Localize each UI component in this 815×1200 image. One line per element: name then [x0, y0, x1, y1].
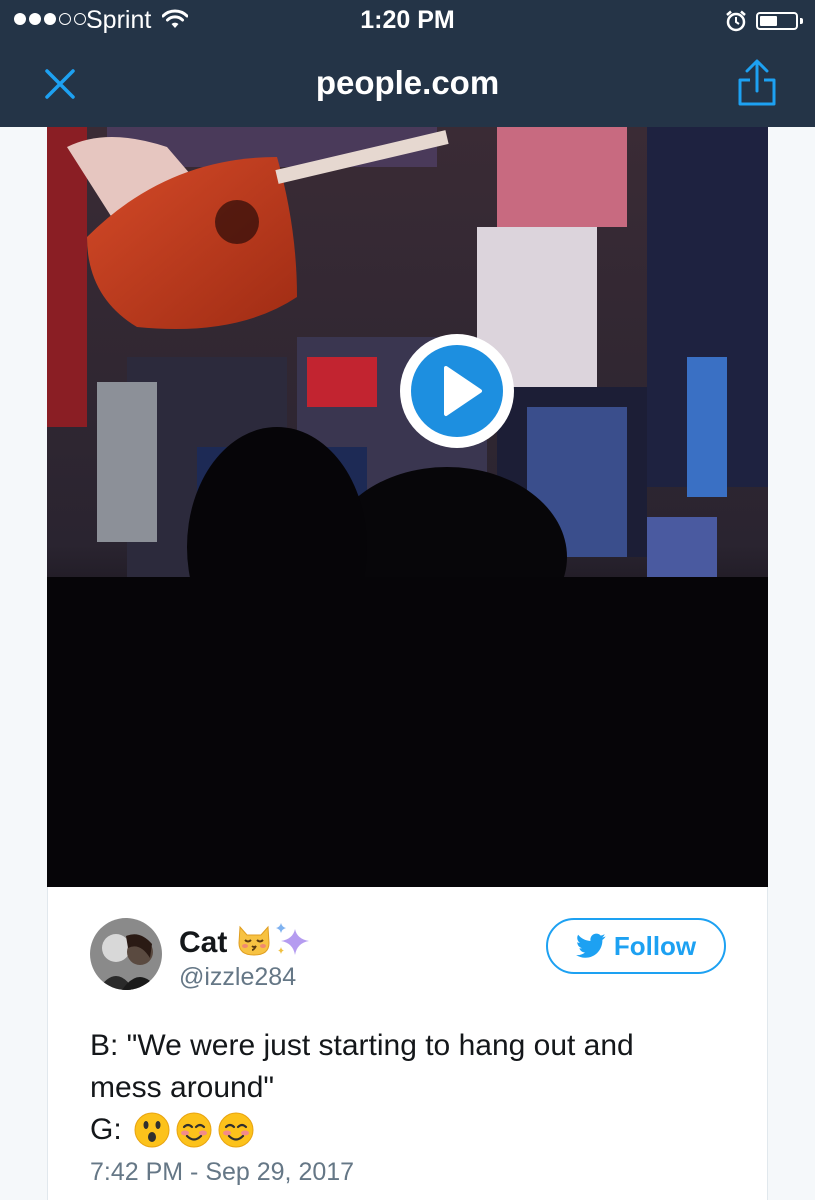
tweet-text: B: "We were just starting to hang out an…: [90, 1025, 730, 1151]
tweet-text-line: G:: [90, 1109, 730, 1151]
video-player[interactable]: [47, 127, 768, 887]
avatar[interactable]: [90, 918, 162, 990]
video-frame: [47, 127, 768, 887]
author-name-row: Cat: [179, 921, 313, 964]
tweet-text-prefix: G:: [90, 1113, 122, 1146]
status-time: 1:20 PM: [360, 6, 455, 34]
tweet-timestamp[interactable]: 7:42 PM - Sep 29, 2017: [90, 1158, 354, 1187]
avatar-image: [90, 918, 162, 990]
page-margin-left: [0, 127, 47, 1200]
tweet-text-line: mess around": [90, 1071, 275, 1104]
follow-button[interactable]: Follow: [546, 918, 726, 974]
battery-icon: [756, 12, 798, 30]
play-icon: [400, 334, 514, 448]
follow-label: Follow: [613, 930, 697, 961]
smiling-blush-emoji-icon: [176, 1112, 212, 1148]
top-bar: Sprint 1:20 PM people.com: [0, 0, 815, 127]
kissing-cat-emoji-icon: [235, 923, 273, 962]
tweet-card: Cat @izzle284 Follow B: "We were just st…: [47, 887, 768, 1200]
smiling-blush-emoji-icon: [218, 1112, 254, 1148]
page-domain: people.com: [315, 64, 500, 101]
alarm-icon: [725, 10, 747, 37]
browser-nav-bar: people.com: [0, 42, 815, 127]
page-margin-right: [768, 127, 815, 1200]
battery-level: [760, 16, 777, 26]
sparkles-emoji-icon: [273, 921, 313, 964]
user-handle[interactable]: @izzle284: [179, 963, 296, 992]
tweet-text-line: B: "We were just starting to hang out an…: [90, 1029, 634, 1062]
share-button[interactable]: [733, 58, 781, 108]
astonished-face-emoji-icon: [134, 1112, 170, 1148]
play-button[interactable]: [398, 332, 516, 450]
twitter-bird-icon: [575, 933, 606, 958]
battery-tip: [800, 18, 803, 24]
display-name[interactable]: Cat: [179, 926, 227, 960]
status-bar: Sprint 1:20 PM: [0, 0, 815, 42]
share-icon: [738, 59, 776, 106]
